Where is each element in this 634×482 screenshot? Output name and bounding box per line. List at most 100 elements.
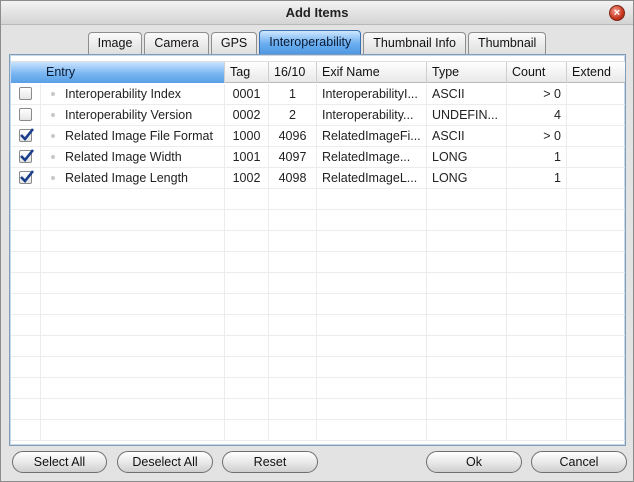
tab-thumbnail-info[interactable]: Thumbnail Info (363, 32, 466, 54)
column-header-count[interactable]: Count (507, 62, 567, 83)
count-cell: 4 (507, 105, 567, 125)
tab-gps[interactable]: GPS (210, 32, 258, 54)
entry-label: Related Image Width (65, 150, 182, 164)
title-bar[interactable]: Add Items × (1, 1, 633, 25)
table-row[interactable]: Interoperability Version 0002 2 Interope… (11, 105, 625, 126)
count-cell: 1 (507, 168, 567, 188)
bullet-icon (51, 134, 55, 138)
bullet-icon (51, 92, 55, 96)
tab-interoperability[interactable]: Interoperability (259, 30, 362, 54)
tab-image[interactable]: Image (87, 32, 143, 54)
entry-cell: Interoperability Index (41, 84, 225, 104)
column-header-extend[interactable]: Extend (567, 62, 625, 83)
add-items-dialog: Add Items × Image Camera GPS Interoperab… (0, 0, 634, 482)
empty-row (11, 336, 625, 357)
column-header-entry[interactable]: Entry (11, 62, 225, 83)
count-cell: > 0 (507, 84, 567, 104)
tag-cell: 0001 (225, 84, 269, 104)
row-checkbox[interactable] (19, 149, 35, 163)
column-header-dec[interactable]: 16/10 (269, 62, 317, 83)
extend-cell[interactable] (567, 105, 625, 125)
dec-cell: 4096 (269, 126, 317, 146)
empty-row (11, 252, 625, 273)
type-cell: ASCII (427, 84, 507, 104)
exif-name-cell: Interoperability... (317, 105, 427, 125)
exif-name-cell: RelatedImage... (317, 147, 427, 167)
checkmark-icon (20, 170, 35, 183)
close-icon[interactable]: × (609, 5, 625, 21)
ok-button[interactable]: Ok (426, 451, 522, 473)
deselect-all-button[interactable]: Deselect All (117, 451, 213, 473)
empty-row (11, 378, 625, 399)
cancel-button[interactable]: Cancel (531, 451, 627, 473)
empty-row (11, 399, 625, 420)
dec-cell: 4098 (269, 168, 317, 188)
checkbox-cell (11, 105, 41, 125)
tag-cell: 1001 (225, 147, 269, 167)
exif-name-cell: RelatedImageL... (317, 168, 427, 188)
tag-cell: 0002 (225, 105, 269, 125)
extend-cell[interactable] (567, 126, 625, 146)
table-header: Entry Tag 16/10 Exif Name Type Count Ext… (11, 61, 625, 83)
select-all-button[interactable]: Select All (12, 451, 107, 473)
dec-cell: 1 (269, 84, 317, 104)
type-cell: UNDEFIN... (427, 105, 507, 125)
row-checkbox[interactable] (19, 87, 32, 100)
row-checkbox[interactable] (19, 128, 35, 142)
empty-row (11, 357, 625, 378)
row-checkbox[interactable] (19, 108, 32, 121)
empty-row (11, 231, 625, 252)
column-header-tag[interactable]: Tag (225, 62, 269, 83)
bullet-icon (51, 113, 55, 117)
type-cell: ASCII (427, 126, 507, 146)
table-body: Interoperability Index 0001 1 Interopera… (11, 84, 625, 445)
exif-name-cell: RelatedImageFi... (317, 126, 427, 146)
empty-row (11, 315, 625, 336)
window-title: Add Items (285, 5, 349, 20)
entries-table: Entry Tag 16/10 Exif Name Type Count Ext… (9, 54, 626, 446)
tab-camera[interactable]: Camera (144, 32, 209, 54)
count-cell: 1 (507, 147, 567, 167)
entry-cell: Related Image File Format (41, 126, 225, 146)
table-row[interactable]: Related Image Width 1001 4097 RelatedIma… (11, 147, 625, 168)
type-cell: LONG (427, 147, 507, 167)
count-cell: > 0 (507, 126, 567, 146)
extend-cell[interactable] (567, 168, 625, 188)
checkbox-cell (11, 147, 41, 167)
entry-label: Interoperability Version (65, 108, 193, 122)
empty-row (11, 210, 625, 231)
column-header-exif-name[interactable]: Exif Name (317, 62, 427, 83)
reset-button[interactable]: Reset (222, 451, 318, 473)
table-row[interactable]: Interoperability Index 0001 1 Interopera… (11, 84, 625, 105)
checkmark-icon (20, 149, 35, 162)
checkmark-icon (20, 128, 35, 141)
extend-cell[interactable] (567, 147, 625, 167)
dec-cell: 2 (269, 105, 317, 125)
entry-cell: Related Image Length (41, 168, 225, 188)
column-header-type[interactable]: Type (427, 62, 507, 83)
extend-cell[interactable] (567, 84, 625, 104)
button-bar: Select All Deselect All Reset Ok Cancel (1, 451, 633, 475)
tag-cell: 1000 (225, 126, 269, 146)
entry-label: Related Image Length (65, 171, 189, 185)
entry-cell: Interoperability Version (41, 105, 225, 125)
bullet-icon (51, 155, 55, 159)
bullet-icon (51, 176, 55, 180)
empty-row (11, 294, 625, 315)
checkbox-cell (11, 168, 41, 188)
tab-bar: Image Camera GPS Interoperability Thumbn… (1, 30, 633, 54)
entry-label: Related Image File Format (65, 129, 213, 143)
empty-row (11, 273, 625, 294)
dec-cell: 4097 (269, 147, 317, 167)
row-checkbox[interactable] (19, 170, 35, 184)
table-row[interactable]: Related Image File Format 1000 4096 Rela… (11, 126, 625, 147)
exif-name-cell: InteroperabilityI... (317, 84, 427, 104)
entry-cell: Related Image Width (41, 147, 225, 167)
checkbox-cell (11, 84, 41, 104)
tab-thumbnail[interactable]: Thumbnail (467, 32, 547, 54)
entry-label: Interoperability Index (65, 87, 182, 101)
type-cell: LONG (427, 168, 507, 188)
table-row[interactable]: Related Image Length 1002 4098 RelatedIm… (11, 168, 625, 189)
tag-cell: 1002 (225, 168, 269, 188)
checkbox-cell (11, 126, 41, 146)
